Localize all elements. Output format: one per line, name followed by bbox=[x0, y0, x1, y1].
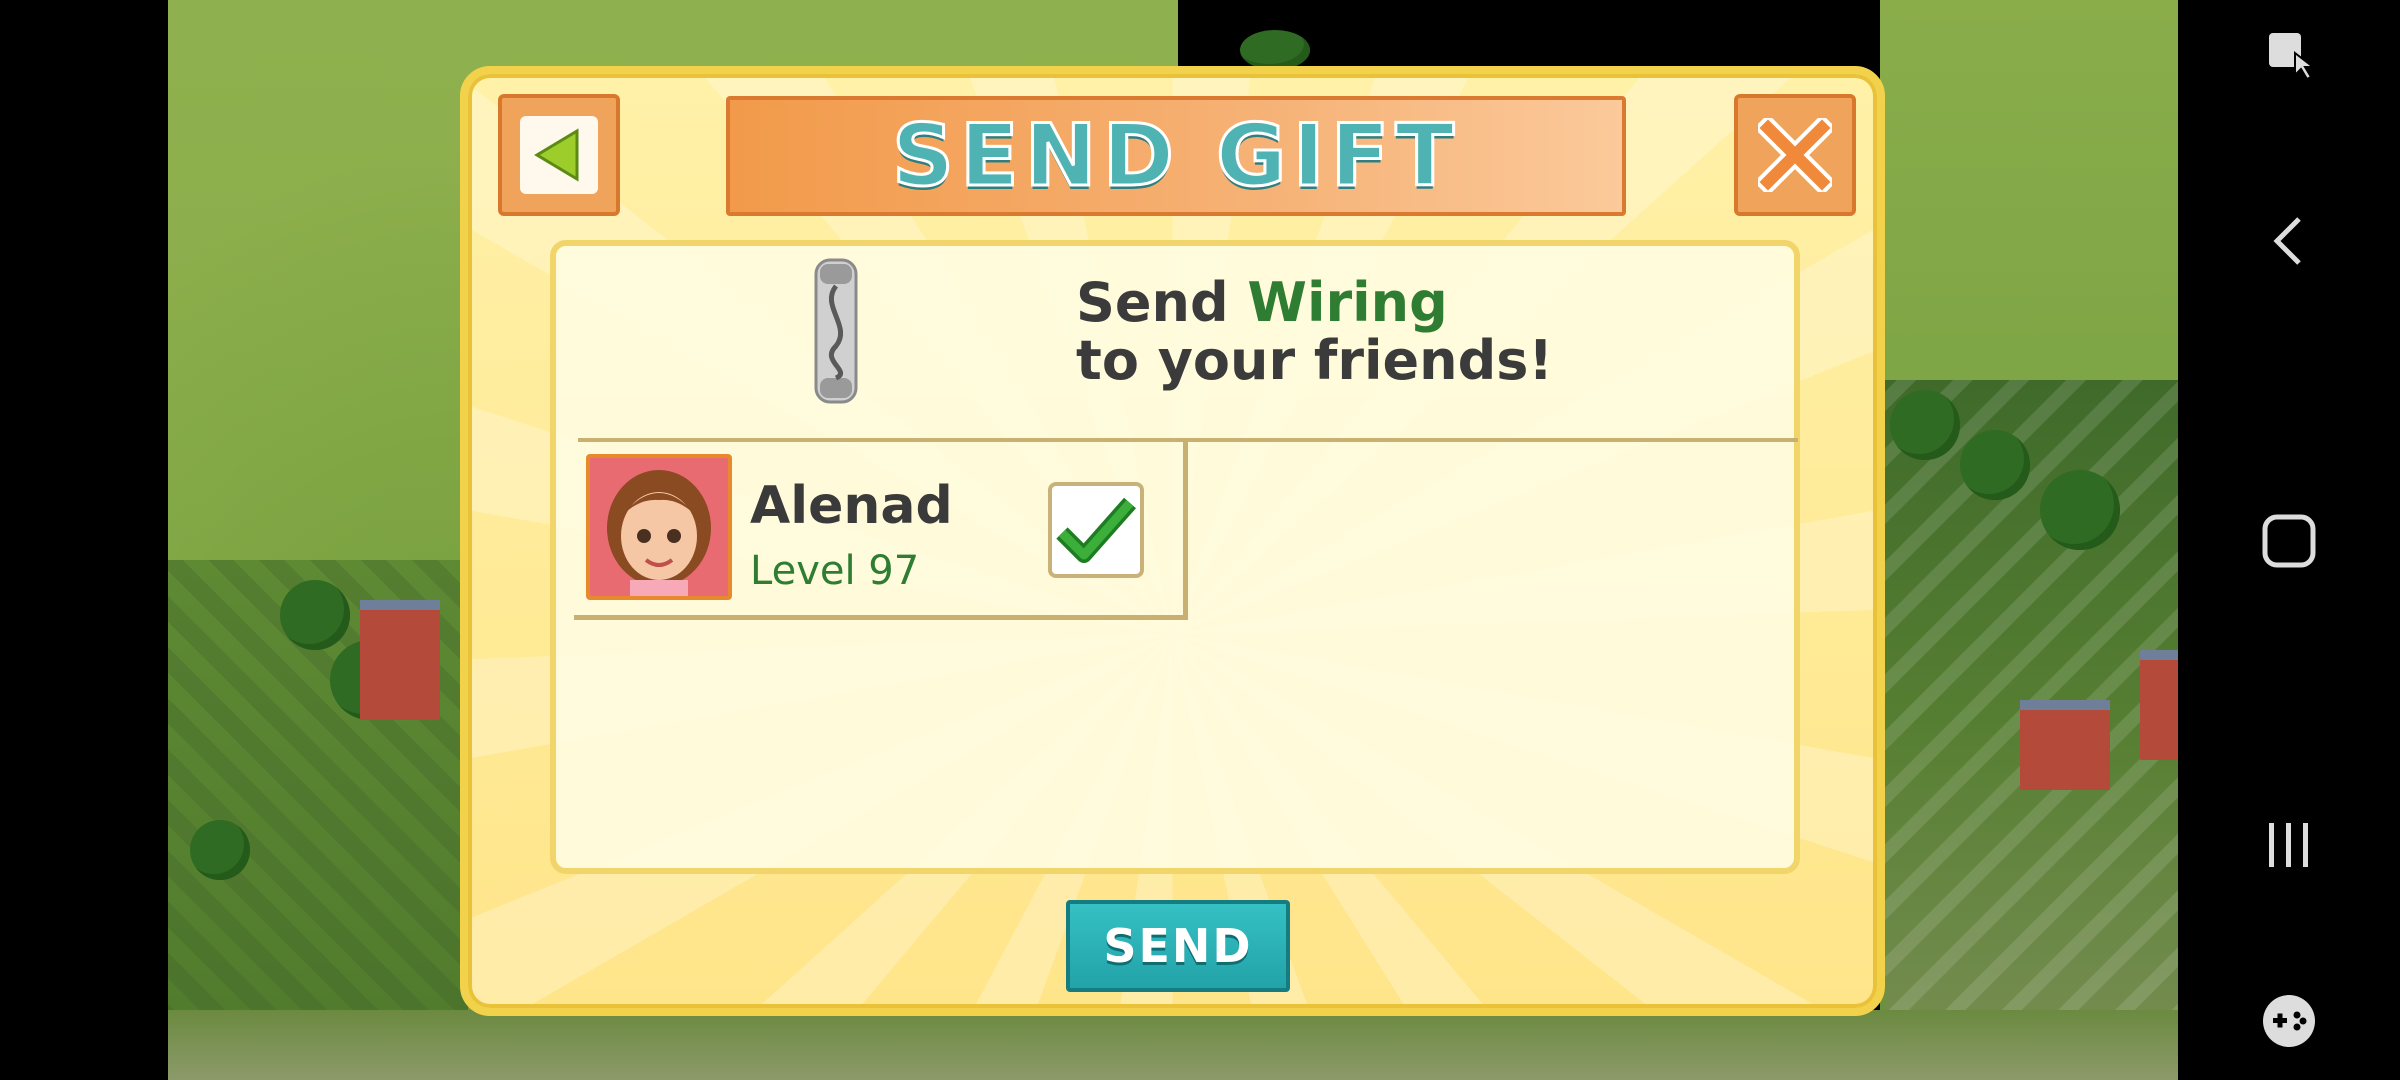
checkmark-icon bbox=[1056, 497, 1136, 563]
close-button-face bbox=[1756, 116, 1834, 194]
send-button[interactable]: SEND bbox=[1066, 900, 1290, 992]
game-tools-button[interactable] bbox=[2258, 990, 2320, 1052]
friend-name: Alenad bbox=[750, 476, 953, 536]
system-nav-bar bbox=[2178, 0, 2400, 1080]
tree bbox=[1890, 390, 1960, 460]
wiring-icon bbox=[814, 258, 858, 404]
screenshot-touch-icon bbox=[2269, 33, 2313, 81]
friend-select-checkbox[interactable] bbox=[1048, 482, 1144, 578]
dialog-title: SEND GIFT bbox=[891, 105, 1460, 208]
recents-icon bbox=[2269, 823, 2308, 867]
back-nav-button[interactable] bbox=[2258, 210, 2320, 272]
tree bbox=[2040, 470, 2120, 550]
close-x-icon bbox=[1758, 118, 1832, 192]
back-button[interactable] bbox=[498, 94, 620, 216]
gift-item-name: Wiring bbox=[1247, 271, 1448, 334]
dialog-title-bar: SEND GIFT bbox=[726, 96, 1626, 216]
headline-prefix: Send bbox=[1076, 271, 1248, 334]
tree bbox=[280, 580, 350, 650]
building bbox=[2140, 650, 2178, 760]
tree bbox=[190, 820, 250, 880]
back-button-face bbox=[520, 116, 598, 194]
gift-panel: Send Wiring to your friends! Alenad Leve… bbox=[550, 240, 1800, 874]
headline-suffix: to your friends! bbox=[1076, 329, 1554, 392]
close-button[interactable] bbox=[1734, 94, 1856, 216]
building bbox=[2020, 700, 2110, 790]
friend-avatar-icon bbox=[590, 458, 728, 596]
screen-capture-button[interactable] bbox=[2258, 24, 2320, 86]
avatar bbox=[586, 454, 732, 600]
left-arrow-icon bbox=[534, 128, 579, 182]
gamepad-icon bbox=[2263, 995, 2315, 1047]
tree bbox=[1240, 30, 1310, 70]
back-chevron-icon bbox=[2273, 217, 2301, 265]
home-nav-button[interactable] bbox=[2258, 510, 2320, 572]
recents-nav-button[interactable] bbox=[2258, 814, 2320, 876]
friend-list-item[interactable]: Alenad Level 97 bbox=[574, 442, 1188, 620]
friend-level: Level 97 bbox=[750, 548, 920, 594]
gift-headline: Send Wiring to your friends! bbox=[1076, 274, 1553, 390]
home-square-icon bbox=[2262, 514, 2316, 568]
send-gift-dialog: SEND GIFT Send Wiring to your friends! A… bbox=[460, 66, 1885, 1016]
city-area-bottom bbox=[168, 1010, 2178, 1080]
building bbox=[360, 600, 440, 720]
tree bbox=[1960, 430, 2030, 500]
